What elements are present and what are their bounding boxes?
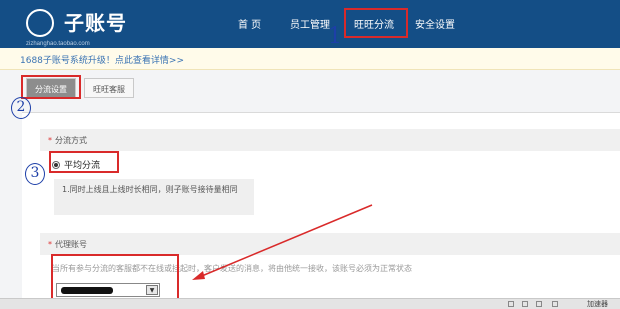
logo-icon — [26, 9, 54, 37]
annotation-box-tab — [21, 75, 81, 99]
status-icon — [536, 301, 542, 307]
annotation-box-nav — [344, 8, 408, 38]
annotation-number-2: 2 — [11, 97, 31, 119]
nav-item-security[interactable]: 安全设置 — [415, 16, 455, 31]
required-mark: * — [48, 240, 52, 249]
accelerator-label[interactable]: 加速器 — [587, 299, 608, 309]
status-icon — [522, 301, 528, 307]
browser-status-bar: 加速器 — [0, 298, 620, 309]
tab-wangwang-service[interactable]: 旺旺客服 — [84, 78, 134, 98]
annotation-number-3: 3 — [25, 163, 45, 185]
status-icon — [552, 301, 558, 307]
nav-item-home[interactable]: 首 页 — [238, 16, 261, 31]
required-mark: * — [48, 136, 52, 145]
nav-item-staff[interactable]: 员工管理 — [290, 16, 330, 31]
section-agent-account: * 代理账号 — [40, 233, 620, 255]
section-title-split-mode: 分流方式 — [55, 136, 87, 145]
section-title-agent: 代理账号 — [55, 240, 87, 249]
logo-title: 子账号 — [64, 11, 127, 35]
site-logo[interactable]: 子账号 zizhanghao.taobao.com — [24, 7, 134, 47]
logo-subtitle: zizhanghao.taobao.com — [26, 41, 90, 47]
top-header: 子账号 zizhanghao.taobao.com 首 页 员工管理 旺旺分流 … — [0, 0, 620, 48]
annotation-box-select — [51, 254, 179, 302]
split-description: 1.同时上线且上线时长相同，则子账号接待量相同 — [54, 179, 254, 215]
annotation-box-radio — [49, 151, 119, 173]
section-split-mode: * 分流方式 — [40, 129, 620, 151]
annotation-number-1: 1 — [328, 24, 342, 49]
status-icon — [508, 301, 514, 307]
upgrade-notice-link[interactable]: 1688子账号系统升级！点此查看详情>> — [0, 48, 620, 70]
